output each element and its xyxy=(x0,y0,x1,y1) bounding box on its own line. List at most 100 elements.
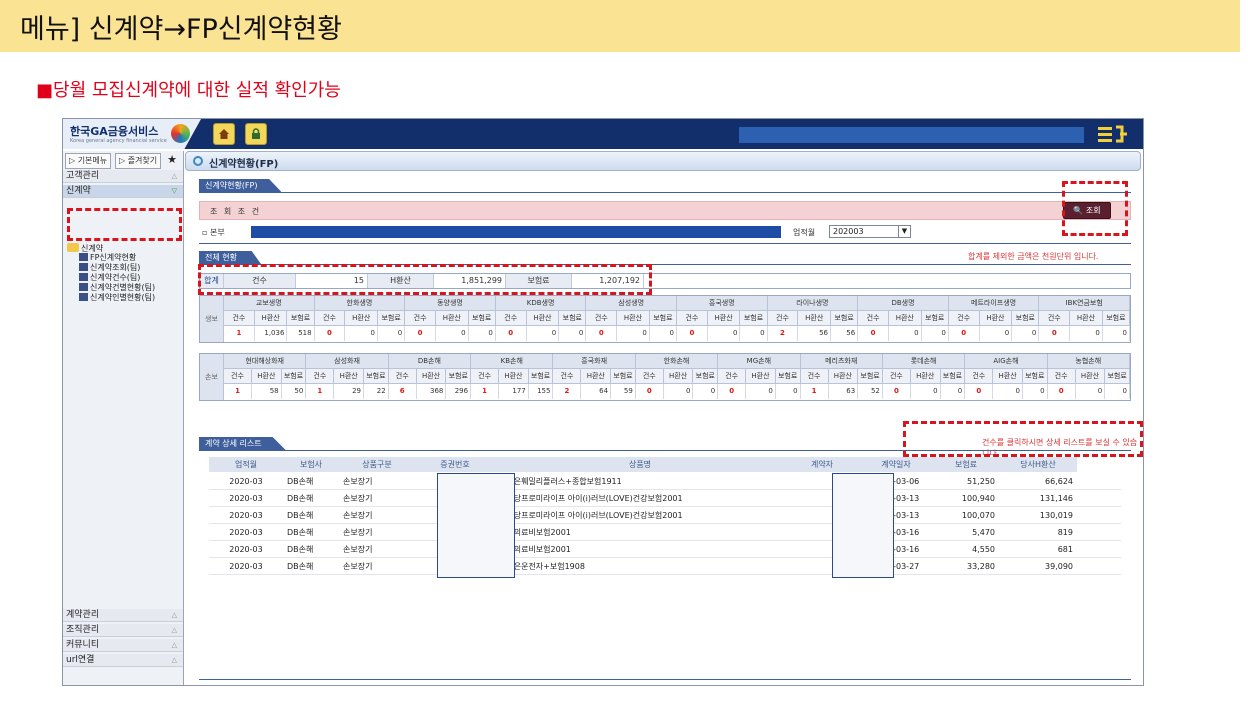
table-cell: 51,250 xyxy=(967,477,995,486)
chevron-up-icon: △ xyxy=(171,656,177,664)
amount-cell: 0 xyxy=(693,384,719,399)
count-cell[interactable]: 0 xyxy=(965,384,994,399)
tree-item-label: 신계약조회(팀) xyxy=(90,263,141,272)
column-header: 건수 xyxy=(965,369,994,384)
count-cell[interactable]: 2 xyxy=(768,326,799,341)
highlight-tree-fp xyxy=(67,208,182,241)
count-cell[interactable]: 0 xyxy=(1048,384,1076,399)
count-cell[interactable]: 0 xyxy=(315,326,346,341)
count-cell[interactable]: 2 xyxy=(553,384,582,399)
basic-menu-tab[interactable]: ▷ 기본메뉴 xyxy=(65,153,112,169)
sidebar-section-url[interactable]: url연결 △ xyxy=(63,654,183,667)
column-header: 건수 xyxy=(882,369,911,384)
count-cell[interactable]: 0 xyxy=(496,326,527,341)
sidebar-section-customer[interactable]: 고객관리 △ xyxy=(63,170,183,183)
amount-cell: 0 xyxy=(650,326,677,341)
table-cell: 손보장기 xyxy=(343,562,373,571)
sidebar-section-new-contract[interactable]: 신계약 ▽ xyxy=(63,185,183,198)
column-header: 건수 xyxy=(800,369,829,384)
amount-cell: 0 xyxy=(993,384,1023,399)
amount-cell: 0 xyxy=(941,384,966,399)
table-cell: 참좋은운전자+보험1908 xyxy=(499,562,585,571)
column-header: 당사H환산 xyxy=(999,457,1077,472)
column-header: 건수 xyxy=(635,369,664,384)
tree-root[interactable]: 신계약 xyxy=(67,243,103,253)
count-cell[interactable]: 0 xyxy=(1039,326,1071,341)
column-header: 증권번호 xyxy=(415,457,495,472)
table-row[interactable]: 2020-03 DB손해 손보장기 참좋은운전자+보험1908 2020-03-27 33… xyxy=(209,559,1121,575)
count-cell[interactable]: 1 xyxy=(471,384,500,399)
menu-toggle-icon[interactable] xyxy=(1096,123,1130,145)
lock-button[interactable] xyxy=(245,123,267,145)
favorites-tab[interactable]: ▷ 즐겨찾기 xyxy=(115,153,162,169)
tree-item-fp-new-contract[interactable]: FP신계약현황 xyxy=(79,253,136,263)
lock-icon xyxy=(252,128,260,139)
count-cell[interactable]: 6 xyxy=(389,384,417,399)
amount-cell: 0 xyxy=(740,326,768,341)
tab-fp-status[interactable]: 신계약현황(FP) xyxy=(199,179,282,192)
month-select[interactable]: 202003 ▼ xyxy=(829,225,911,238)
table-cell: 실손의료비보험2001 xyxy=(499,545,571,554)
contractor-redacted xyxy=(832,473,894,578)
table-row[interactable]: 2020-03 DB손해 손보장기 무배당프로미라이프 아이(i)러브(LOVE)건강… xyxy=(209,491,1121,507)
home-button[interactable] xyxy=(213,123,235,145)
bonbu-label: ▫ 본부 xyxy=(202,228,225,237)
column-header: 건수 xyxy=(767,311,799,326)
column-header: H환산 xyxy=(526,311,560,326)
bonbu-field[interactable] xyxy=(251,226,781,238)
table-cell: 참좋은훼밀리플러스+종합보험1911 xyxy=(499,477,622,486)
count-cell[interactable]: 1 xyxy=(224,384,252,399)
count-cell[interactable]: 0 xyxy=(636,384,664,399)
count-cell[interactable]: 1 xyxy=(801,384,829,399)
unit-note: 합계를 제외한 금액은 천원단위 입니다. xyxy=(968,252,1099,261)
column-header: 보험료 xyxy=(649,311,677,326)
table-row[interactable]: 2020-03 DB손해 손보장기 실손의료비보험2001 2020-03-16 5,47… xyxy=(209,525,1121,541)
amount-cell: 0 xyxy=(559,326,587,341)
column-header: 보험료 xyxy=(940,369,966,384)
main-content: 신계약현황(FP) 신계약현황(FP) 조 회 조 건 🔍 조회 ▫ 본부 업적… xyxy=(185,151,1141,683)
column-header: 보험료 xyxy=(1105,369,1130,384)
count-cell[interactable]: 1 xyxy=(306,384,335,399)
tab-detail-list[interactable]: 계약 상세 리스트 xyxy=(199,437,286,450)
top-search-field[interactable] xyxy=(739,127,1084,143)
sidebar-section-contract-mgmt[interactable]: 계약관리 △ xyxy=(63,609,183,622)
insurance-type-label: 손보 xyxy=(200,354,224,400)
count-cell[interactable]: 0 xyxy=(883,384,911,399)
page-icon xyxy=(79,253,88,261)
column-header: 건수 xyxy=(948,311,980,326)
amount-cell: 0 xyxy=(378,326,406,341)
table-row[interactable]: 2020-03 DB손해 손보장기 실손의료비보험2001 2020-03-16 4,55… xyxy=(209,542,1121,558)
amount-cell: 59 xyxy=(611,384,636,399)
sidebar-section-org-mgmt[interactable]: 조직관리 △ xyxy=(63,624,183,637)
table-row[interactable]: 2020-03 DB손해 손보장기 무배당프로미라이프 아이(i)러브(LOVE)건강… xyxy=(209,508,1121,524)
table-cell: DB손해 xyxy=(287,562,314,571)
column-header: 보험료 xyxy=(468,311,496,326)
count-cell[interactable]: 0 xyxy=(718,384,747,399)
app-screenshot: 한국GA금융서비스 Korea general agency financial… xyxy=(62,118,1144,686)
tree-root-label: 신계약 xyxy=(81,244,104,253)
count-cell[interactable]: 0 xyxy=(858,326,889,341)
count-cell[interactable]: 0 xyxy=(586,326,618,341)
table-cell: 33,280 xyxy=(967,562,995,571)
table-cell: 2020-03 xyxy=(229,477,263,486)
sidebar-section-community[interactable]: 커뮤니티 △ xyxy=(63,639,183,652)
count-cell[interactable]: 0 xyxy=(949,326,980,341)
tab-total-status[interactable]: 전체 현황 xyxy=(199,251,261,264)
highlight-search-button xyxy=(1062,181,1128,236)
tree-item-contract-search[interactable]: 신계약조회(팀) xyxy=(79,263,140,273)
tree-item-contract-detail[interactable]: 신계약건별현황(팀) xyxy=(79,283,155,293)
table-row[interactable]: 2020-03 DB손해 손보장기 참좋은훼밀리플러스+종합보험1911 2020-03… xyxy=(209,474,1121,490)
count-cell[interactable]: 1 xyxy=(224,326,255,341)
table-cell: 100,940 xyxy=(961,494,995,503)
tree-item-contract-count[interactable]: 신계약건수(팀) xyxy=(79,273,140,283)
count-cell[interactable]: 0 xyxy=(677,326,708,341)
tree-item-contract-person[interactable]: 신계약인별현황(팀) xyxy=(79,293,155,303)
favorite-star-icon[interactable]: ★ xyxy=(165,153,179,167)
table-cell: 실손의료비보험2001 xyxy=(499,528,571,537)
amount-cell: 52 xyxy=(858,384,883,399)
page-header: 신계약현황(FP) xyxy=(185,151,1141,171)
amount-cell: 177 xyxy=(499,384,529,399)
count-cell[interactable]: 0 xyxy=(405,326,436,341)
column-header: 계약일자 xyxy=(859,457,933,472)
policy-number-redacted xyxy=(437,473,515,578)
